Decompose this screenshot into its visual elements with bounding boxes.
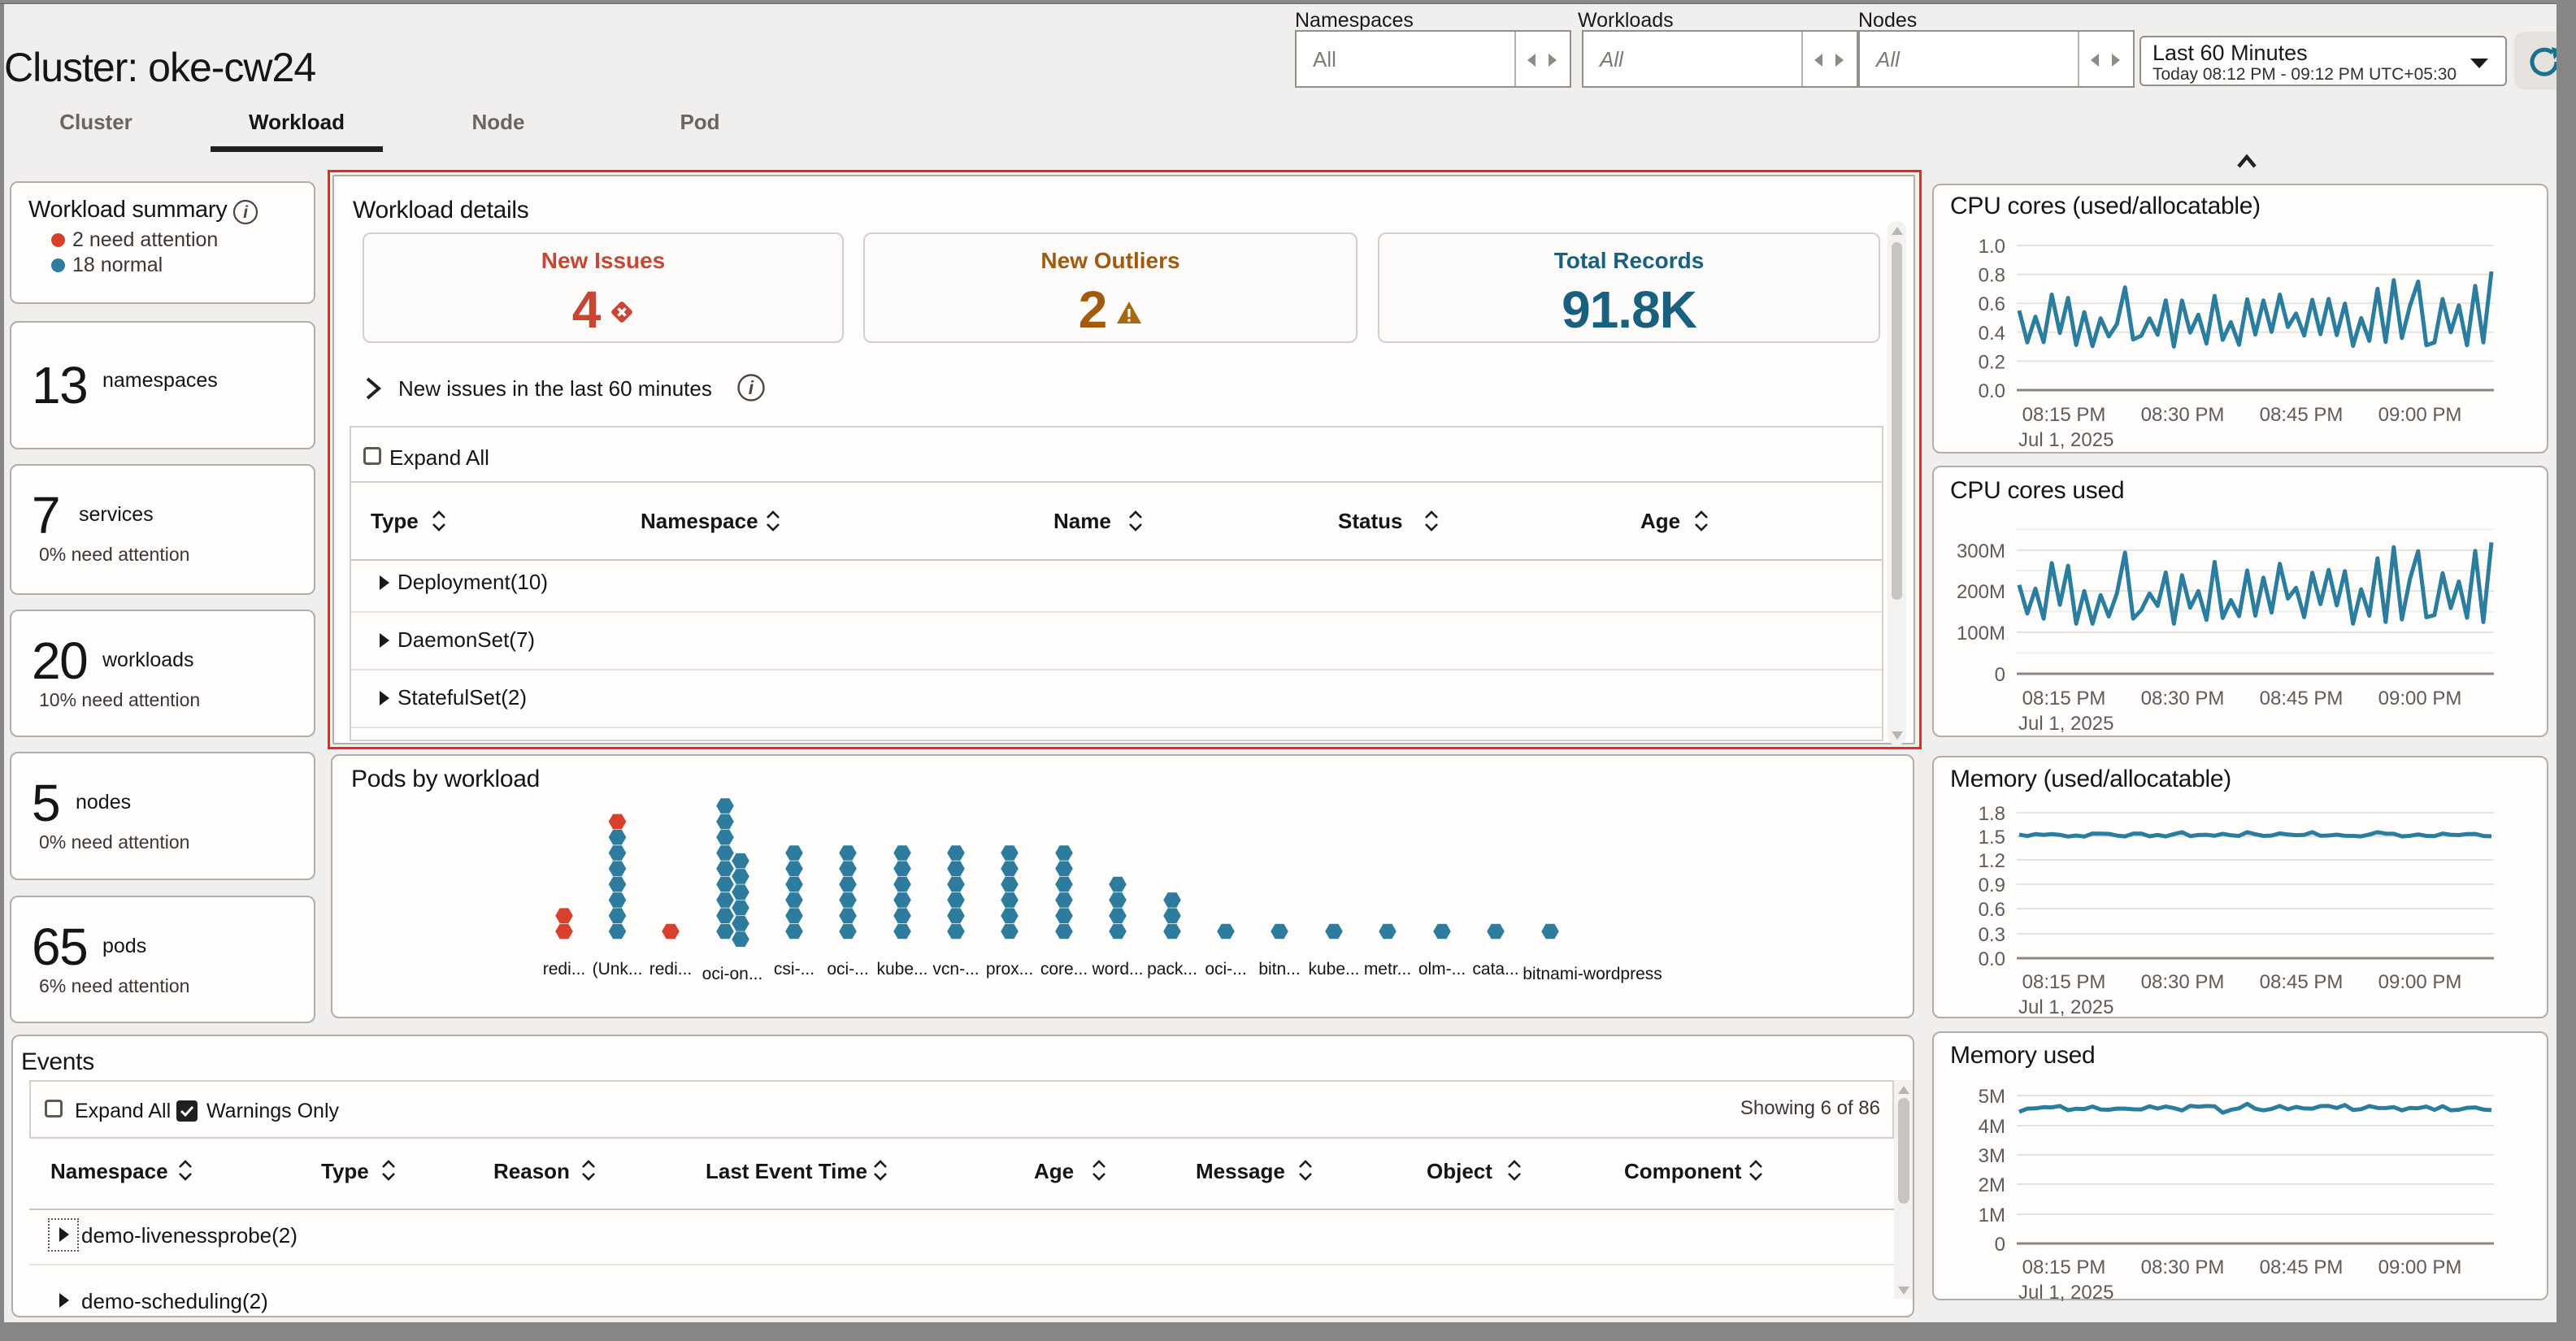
svg-text:redi...: redi... bbox=[649, 960, 693, 979]
svg-text:4M: 4M bbox=[1979, 1116, 2005, 1138]
svg-text:1M: 1M bbox=[1979, 1204, 2005, 1226]
svg-text:metr...: metr... bbox=[1364, 960, 1411, 979]
svg-text:pack...: pack... bbox=[1147, 960, 1197, 979]
svg-text:0.3: 0.3 bbox=[1979, 924, 2005, 946]
svg-text:oci-...: oci-... bbox=[827, 960, 868, 979]
svg-text:09:00 PM: 09:00 PM bbox=[2378, 1256, 2462, 1278]
svg-text:i: i bbox=[243, 203, 249, 222]
svg-text:core...: core... bbox=[1040, 960, 1088, 979]
svg-text:0.4: 0.4 bbox=[1979, 323, 2005, 345]
svg-text:08:45 PM: 08:45 PM bbox=[2260, 688, 2344, 710]
svg-text:08:15 PM: 08:15 PM bbox=[2022, 1256, 2106, 1278]
svg-text:0.9: 0.9 bbox=[1979, 874, 2005, 896]
svg-text:oci-on...: oci-on... bbox=[702, 965, 763, 983]
svg-text:Jul 1, 2025: Jul 1, 2025 bbox=[2018, 1282, 2113, 1303]
svg-text:100M: 100M bbox=[1957, 623, 2005, 644]
svg-text:cata...: cata... bbox=[1472, 960, 1518, 979]
svg-text:300M: 300M bbox=[1957, 540, 2005, 562]
svg-text:08:15 PM: 08:15 PM bbox=[2022, 971, 2106, 993]
svg-text:09:00 PM: 09:00 PM bbox=[2378, 971, 2462, 993]
svg-text:Jul 1, 2025: Jul 1, 2025 bbox=[2018, 429, 2113, 451]
svg-text:09:00 PM: 09:00 PM bbox=[2378, 404, 2462, 426]
svg-text:(Unk...: (Unk... bbox=[593, 960, 643, 979]
svg-text:redi...: redi... bbox=[543, 960, 586, 979]
svg-text:08:30 PM: 08:30 PM bbox=[2141, 688, 2225, 710]
svg-text:1.5: 1.5 bbox=[1979, 827, 2005, 848]
svg-text:prox...: prox... bbox=[986, 960, 1033, 979]
svg-text:1.2: 1.2 bbox=[1979, 850, 2005, 872]
svg-text:1.8: 1.8 bbox=[1979, 803, 2005, 825]
svg-text:kube...: kube... bbox=[1308, 960, 1359, 979]
svg-text:bitnami-wordpress: bitnami-wordpress bbox=[1523, 965, 1662, 983]
svg-text:0: 0 bbox=[1995, 664, 2005, 686]
svg-text:word...: word... bbox=[1091, 960, 1143, 979]
svg-text:0.6: 0.6 bbox=[1979, 293, 2005, 315]
svg-text:08:30 PM: 08:30 PM bbox=[2141, 404, 2225, 426]
svg-text:08:45 PM: 08:45 PM bbox=[2260, 404, 2344, 426]
svg-text:i: i bbox=[749, 377, 754, 398]
svg-text:0.0: 0.0 bbox=[1979, 380, 2005, 402]
svg-text:5M: 5M bbox=[1979, 1086, 2005, 1108]
svg-text:08:30 PM: 08:30 PM bbox=[2141, 1256, 2225, 1278]
svg-text:olm-...: olm-... bbox=[1418, 960, 1466, 979]
svg-text:0: 0 bbox=[1995, 1234, 2005, 1256]
svg-text:3M: 3M bbox=[1979, 1145, 2005, 1167]
svg-text:0.8: 0.8 bbox=[1979, 265, 2005, 287]
svg-text:kube...: kube... bbox=[876, 960, 927, 979]
svg-text:08:45 PM: 08:45 PM bbox=[2260, 971, 2344, 993]
svg-text:Jul 1, 2025: Jul 1, 2025 bbox=[2018, 996, 2113, 1018]
svg-text:0.2: 0.2 bbox=[1979, 351, 2005, 373]
svg-text:08:15 PM: 08:15 PM bbox=[2022, 688, 2106, 710]
svg-text:bitn...: bitn... bbox=[1258, 960, 1300, 979]
svg-text:08:30 PM: 08:30 PM bbox=[2141, 971, 2225, 993]
svg-text:vcn-...: vcn-... bbox=[932, 960, 979, 979]
svg-text:08:15 PM: 08:15 PM bbox=[2022, 404, 2106, 426]
svg-text:2M: 2M bbox=[1979, 1174, 2005, 1196]
svg-text:Jul 1, 2025: Jul 1, 2025 bbox=[2018, 713, 2113, 735]
svg-text:1.0: 1.0 bbox=[1979, 236, 2005, 258]
svg-text:csi-...: csi-... bbox=[774, 960, 815, 979]
svg-text:09:00 PM: 09:00 PM bbox=[2378, 688, 2462, 710]
svg-text:0.6: 0.6 bbox=[1979, 899, 2005, 921]
svg-text:200M: 200M bbox=[1957, 581, 2005, 603]
svg-text:08:45 PM: 08:45 PM bbox=[2260, 1256, 2344, 1278]
svg-text:0.0: 0.0 bbox=[1979, 948, 2005, 970]
svg-text:oci-...: oci-... bbox=[1205, 960, 1246, 979]
